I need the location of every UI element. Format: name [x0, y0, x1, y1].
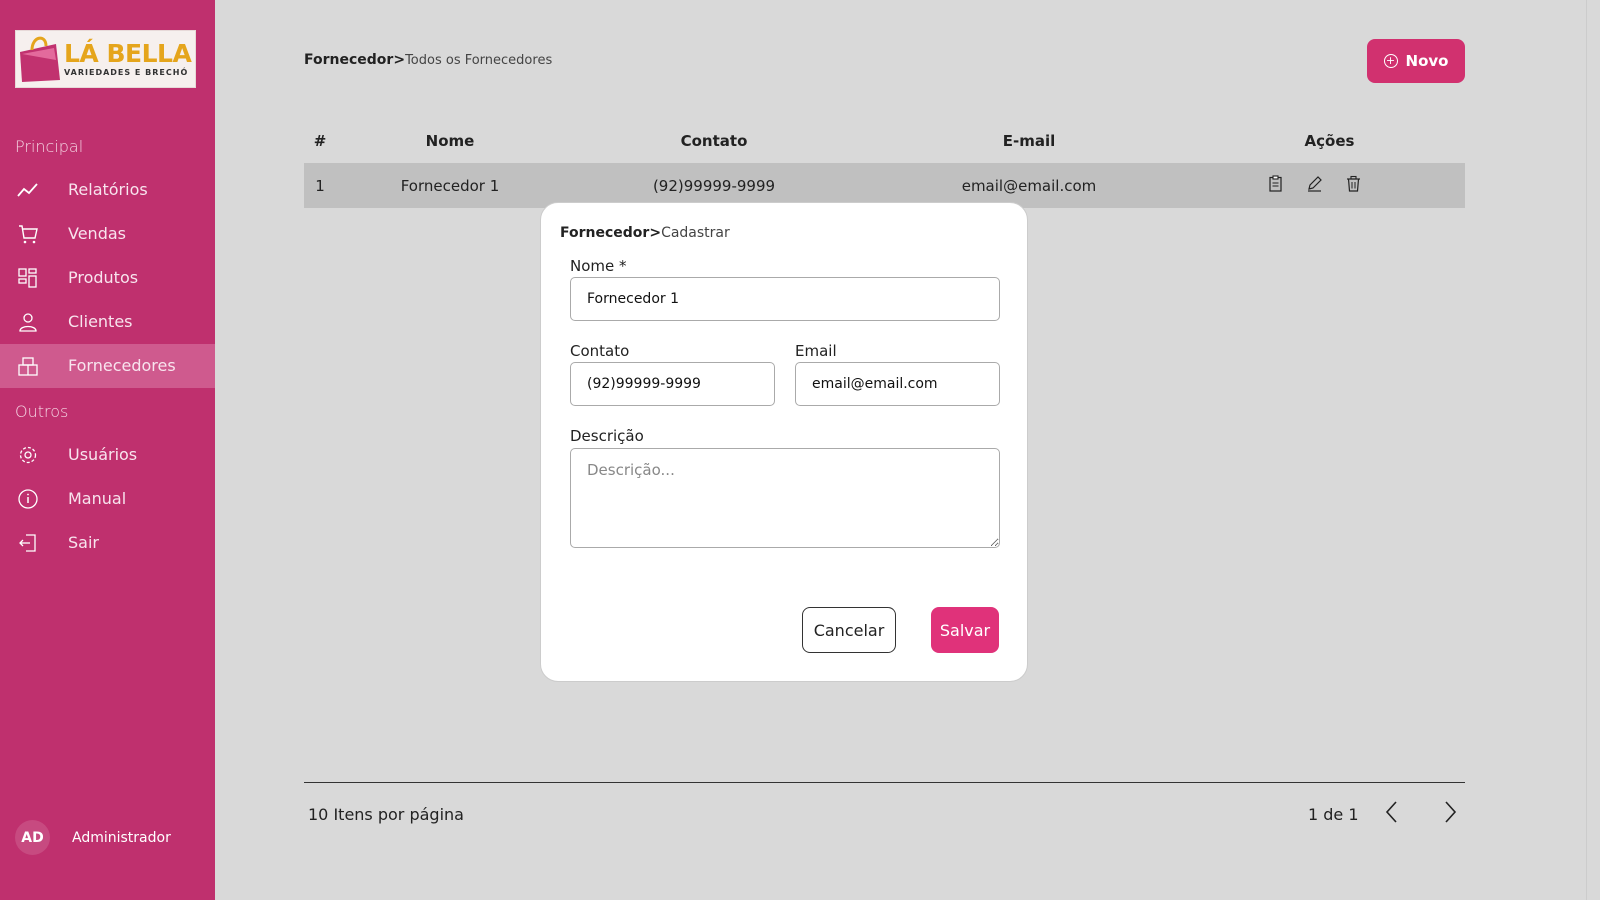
email-label: Email	[795, 342, 837, 360]
sidebar-item-label: Relatórios	[68, 180, 148, 199]
brand-logo[interactable]: LÁ BELLA VARIEDADES E BRECHÓ	[15, 30, 196, 88]
sidebar-item-label: Produtos	[68, 268, 139, 287]
sidebar-item-sair[interactable]: Sair	[0, 521, 215, 565]
sidebar-item-label: Clientes	[68, 312, 133, 331]
section-label-outros: Outros	[15, 402, 69, 421]
breadcrumb: Fornecedor>Todos os Fornecedores	[304, 52, 552, 68]
sidebar-item-label: Manual	[68, 489, 127, 508]
column-header-email: E-mail	[1002, 131, 1056, 150]
sidebar-item-usuarios[interactable]: Usuários	[0, 433, 215, 477]
modal-breadcrumb: Fornecedor>Cadastrar	[560, 225, 730, 241]
table-header-row: # Nome Contato E-mail Ações	[304, 118, 1465, 163]
new-supplier-button[interactable]: + Novo	[1367, 39, 1465, 83]
sidebar-item-produtos[interactable]: Produtos	[0, 256, 215, 300]
cart-icon	[17, 223, 39, 245]
logout-icon	[17, 532, 39, 554]
pencil-icon[interactable]	[1306, 175, 1323, 192]
chevron-left-icon[interactable]	[1380, 798, 1404, 826]
modal-breadcrumb-root: Fornecedor	[560, 225, 650, 241]
nome-input[interactable]	[570, 277, 1000, 321]
breadcrumb-current: Todos os Fornecedores	[405, 53, 553, 68]
brand-tagline: VARIEDADES E BRECHÓ	[64, 67, 189, 77]
breadcrumb-separator: >	[393, 52, 406, 68]
cell-nome: Fornecedor 1	[400, 176, 500, 195]
page-scrollbar[interactable]	[1586, 0, 1600, 900]
cell-index: 1	[315, 176, 325, 195]
chart-line-icon	[17, 179, 39, 201]
user-profile[interactable]: AD Administrador	[15, 820, 171, 855]
cancel-button[interactable]: Cancelar	[802, 607, 896, 653]
supplier-register-modal: Fornecedor>Cadastrar Nome * Contato Emai…	[540, 202, 1028, 682]
sidebar-item-label: Fornecedores	[68, 356, 176, 375]
avatar: AD	[15, 820, 50, 855]
column-header-index: #	[313, 131, 327, 150]
brand-name: LÁ BELLA	[64, 38, 192, 68]
breadcrumb-root[interactable]: Fornecedor	[304, 52, 393, 68]
suppliers-table: # Nome Contato E-mail Ações 1 Fornecedor…	[304, 118, 1465, 208]
items-per-page[interactable]: 10 Itens por página	[308, 805, 464, 824]
gear-icon	[17, 444, 39, 466]
descricao-textarea[interactable]	[570, 448, 1000, 548]
new-button-label: Novo	[1405, 52, 1449, 70]
trash-icon[interactable]	[1345, 175, 1362, 192]
sidebar-item-clientes[interactable]: Clientes	[0, 300, 215, 344]
shopping-bag-icon	[16, 31, 64, 87]
column-header-nome: Nome	[425, 131, 475, 150]
section-label-principal: Principal	[15, 137, 84, 156]
save-button[interactable]: Salvar	[931, 607, 999, 653]
sidebar-item-manual[interactable]: Manual	[0, 477, 215, 521]
column-header-contato: Contato	[680, 131, 748, 150]
sidebar: LÁ BELLA VARIEDADES E BRECHÓ Principal R…	[0, 0, 215, 900]
info-icon	[17, 488, 39, 510]
footer-divider	[304, 782, 1465, 783]
column-header-acoes: Ações	[1304, 131, 1355, 150]
cell-actions	[1194, 163, 1465, 208]
descricao-label: Descrição	[570, 427, 644, 445]
sidebar-item-label: Sair	[68, 533, 99, 552]
sidebar-item-label: Usuários	[68, 445, 138, 464]
contato-input[interactable]	[570, 362, 775, 406]
person-icon	[17, 311, 39, 333]
page-info: 1 de 1	[1308, 805, 1359, 824]
sidebar-item-vendas[interactable]: Vendas	[0, 212, 215, 256]
nome-label: Nome *	[570, 257, 627, 275]
grid-icon	[17, 267, 39, 289]
modal-breadcrumb-separator: >	[649, 225, 662, 241]
clipboard-icon[interactable]	[1267, 175, 1284, 192]
user-name: Administrador	[72, 829, 171, 846]
email-input[interactable]	[795, 362, 1000, 406]
sidebar-item-label: Vendas	[68, 224, 126, 243]
contato-label: Contato	[570, 342, 630, 360]
modal-breadcrumb-current: Cadastrar	[661, 225, 730, 241]
sidebar-item-relatorios[interactable]: Relatórios	[0, 168, 215, 212]
store-icon	[17, 355, 39, 377]
chevron-right-icon[interactable]	[1438, 798, 1462, 826]
sidebar-item-fornecedores[interactable]: Fornecedores	[0, 344, 215, 388]
plus-circle-icon: +	[1383, 54, 1398, 68]
